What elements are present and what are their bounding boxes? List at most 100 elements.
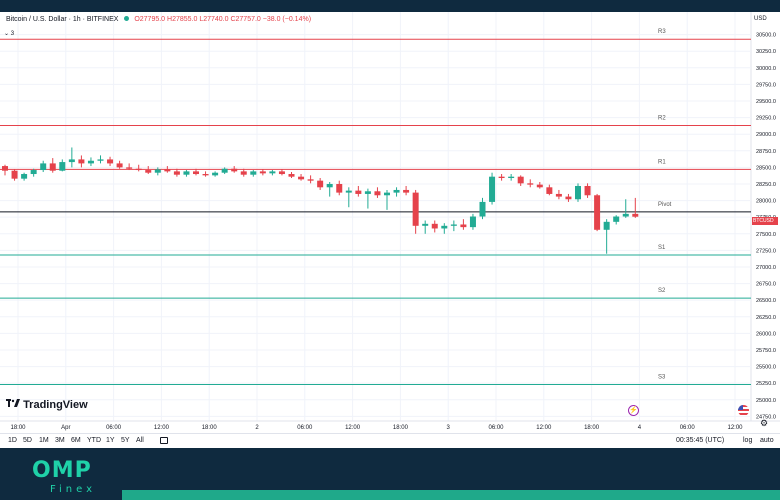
- tradingview-wordmark: TradingView: [23, 399, 88, 411]
- tf-3m[interactable]: 3M: [55, 437, 65, 444]
- candle-body: [460, 224, 467, 228]
- candle-body: [326, 183, 333, 188]
- y-tick-label: 29250.0: [756, 116, 776, 122]
- timezone-clock[interactable]: 00:35:45 (UTC): [676, 437, 724, 444]
- candle-body: [40, 163, 47, 171]
- x-tick-label: 18:00: [393, 425, 409, 431]
- candle-body: [145, 170, 152, 173]
- y-tick-label: 28250.0: [756, 182, 776, 188]
- candle-body: [555, 193, 562, 197]
- bottom-toolbar: 1D 5D 1M 3M 6M YTD 1Y 5Y All 00:35:45 (U…: [0, 433, 780, 448]
- y-tick-label: 30250.0: [756, 49, 776, 55]
- x-tick-label: 4: [638, 425, 642, 431]
- tf-6m[interactable]: 6M: [71, 437, 81, 444]
- candle-body: [87, 160, 94, 164]
- y-tick-label: 30500.0: [756, 33, 776, 39]
- candle-body: [307, 179, 314, 181]
- time-axis[interactable]: 18:00 Apr 06:00 12:00 18:00 2 06:00 12:00 18:00 3…: [0, 420, 780, 431]
- candle-body: [135, 168, 142, 171]
- candle-body: [450, 224, 457, 226]
- candle-body: [126, 167, 133, 169]
- chart-svg[interactable]: 30500.0 30250.0 30000.0 29750.0 29500.0 29250…: [0, 12, 780, 448]
- currency-label[interactable]: USD: [754, 16, 767, 22]
- candle-body: [536, 184, 543, 188]
- tf-ytd[interactable]: YTD: [87, 437, 101, 444]
- candle-body: [154, 169, 161, 173]
- tradingview-logo[interactable]: TradingView: [6, 399, 88, 411]
- candle-body: [584, 185, 591, 196]
- candle-body: [278, 171, 285, 175]
- candle-body: [546, 187, 553, 194]
- candle-body: [193, 171, 199, 175]
- brand-strip: [122, 490, 780, 500]
- candle-body: [527, 183, 534, 185]
- candle-body: [2, 166, 8, 171]
- candle-body: [412, 192, 419, 226]
- tf-1m[interactable]: 1M: [39, 437, 49, 444]
- finex-logo: Finex: [50, 484, 97, 495]
- current-price-tag: BTCUSD 24:15: [752, 216, 778, 232]
- candle-body: [364, 191, 371, 194]
- candle-body: [431, 223, 438, 229]
- chevron-down-icon: ⌄: [4, 31, 10, 37]
- grid: [0, 12, 751, 421]
- candle-body: [498, 176, 505, 179]
- y-tick-label: 29500.0: [756, 99, 776, 105]
- x-tick-label: 12:00: [345, 425, 361, 431]
- x-tick-label: 06:00: [106, 425, 122, 431]
- indicator-count: 3: [10, 31, 15, 37]
- y-tick-label: 27250.0: [756, 248, 776, 254]
- pivot-label-s2: S2: [658, 288, 666, 294]
- us-flag-icon[interactable]: [738, 405, 749, 416]
- candle-body: [288, 174, 295, 177]
- candle-body: [173, 171, 180, 175]
- y-tick-label: 29000.0: [756, 132, 776, 138]
- candle-body: [622, 213, 629, 217]
- log-scale-button[interactable]: log: [743, 437, 752, 444]
- pivot-label-r2: R2: [658, 116, 666, 122]
- candle-body: [517, 176, 524, 184]
- candle-body: [594, 195, 601, 230]
- tf-all[interactable]: All: [136, 437, 144, 444]
- symbol-legend[interactable]: Bitcoin / U.S. Dollar · 1h · BITFINEX O2…: [6, 16, 311, 23]
- tf-5y[interactable]: 5Y: [121, 437, 130, 444]
- pivot-lines: R3 R2 R1 Pivot S1 S2 S3: [0, 29, 751, 385]
- settings-gear-icon[interactable]: ⚙: [760, 418, 768, 429]
- tf-5d[interactable]: 5D: [23, 437, 32, 444]
- candle-body: [336, 183, 343, 193]
- tf-1y[interactable]: 1Y: [106, 437, 115, 444]
- flash-icon[interactable]: ⚡: [628, 405, 639, 416]
- tf-1d[interactable]: 1D: [8, 437, 17, 444]
- candle-body: [489, 176, 496, 202]
- candle-body: [393, 189, 400, 193]
- omp-logo: OMP: [32, 458, 92, 483]
- candle-body: [59, 162, 66, 171]
- candle-body: [231, 168, 238, 172]
- indicators-toggle[interactable]: ⌄ 3: [4, 30, 14, 37]
- y-tick-label: 28750.0: [756, 149, 776, 155]
- candle-body: [250, 171, 257, 175]
- y-tick-label: 26000.0: [756, 331, 776, 337]
- candle-body: [68, 159, 75, 163]
- pivot-label-s3: S3: [658, 374, 666, 380]
- x-tick-label: 3: [447, 425, 451, 431]
- candle-body: [202, 174, 209, 176]
- chart-area[interactable]: 30500.0 30250.0 30000.0 29750.0 29500.0 29250…: [0, 12, 780, 448]
- x-tick-label: 12:00: [154, 425, 170, 431]
- y-tick-label: 26500.0: [756, 298, 776, 304]
- auto-scale-button[interactable]: auto: [760, 437, 774, 444]
- y-tick-label: 29750.0: [756, 82, 776, 88]
- market-status-dot: [124, 16, 130, 21]
- x-tick-label: 18:00: [202, 425, 218, 431]
- candle-body: [565, 196, 572, 200]
- x-tick-label: 06:00: [488, 425, 504, 431]
- candle-body: [107, 159, 114, 164]
- y-tick-label: 27000.0: [756, 265, 776, 271]
- candle-body: [345, 190, 352, 193]
- candle-body: [317, 180, 324, 188]
- candle-body: [49, 163, 56, 171]
- y-tick-label: 30000.0: [756, 66, 776, 72]
- candle-body: [259, 171, 266, 174]
- date-range-icon[interactable]: [160, 437, 168, 444]
- candle-body: [30, 170, 37, 175]
